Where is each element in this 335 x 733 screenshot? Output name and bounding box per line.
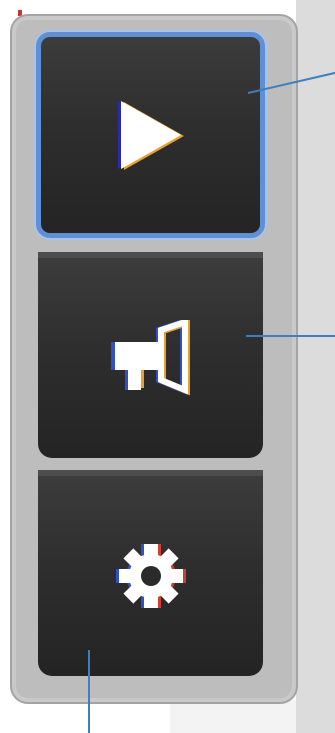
play-button[interactable] [36,32,265,238]
gear-icon [115,544,186,608]
callout-line-settings [88,650,90,733]
announce-button[interactable] [38,252,263,458]
callout-line-announce [246,335,335,337]
page-background [296,0,335,733]
page-background-bottom [170,700,296,733]
megaphone-icon [110,320,190,396]
play-icon [117,101,184,170]
screen [0,0,335,733]
settings-button[interactable] [38,470,263,676]
